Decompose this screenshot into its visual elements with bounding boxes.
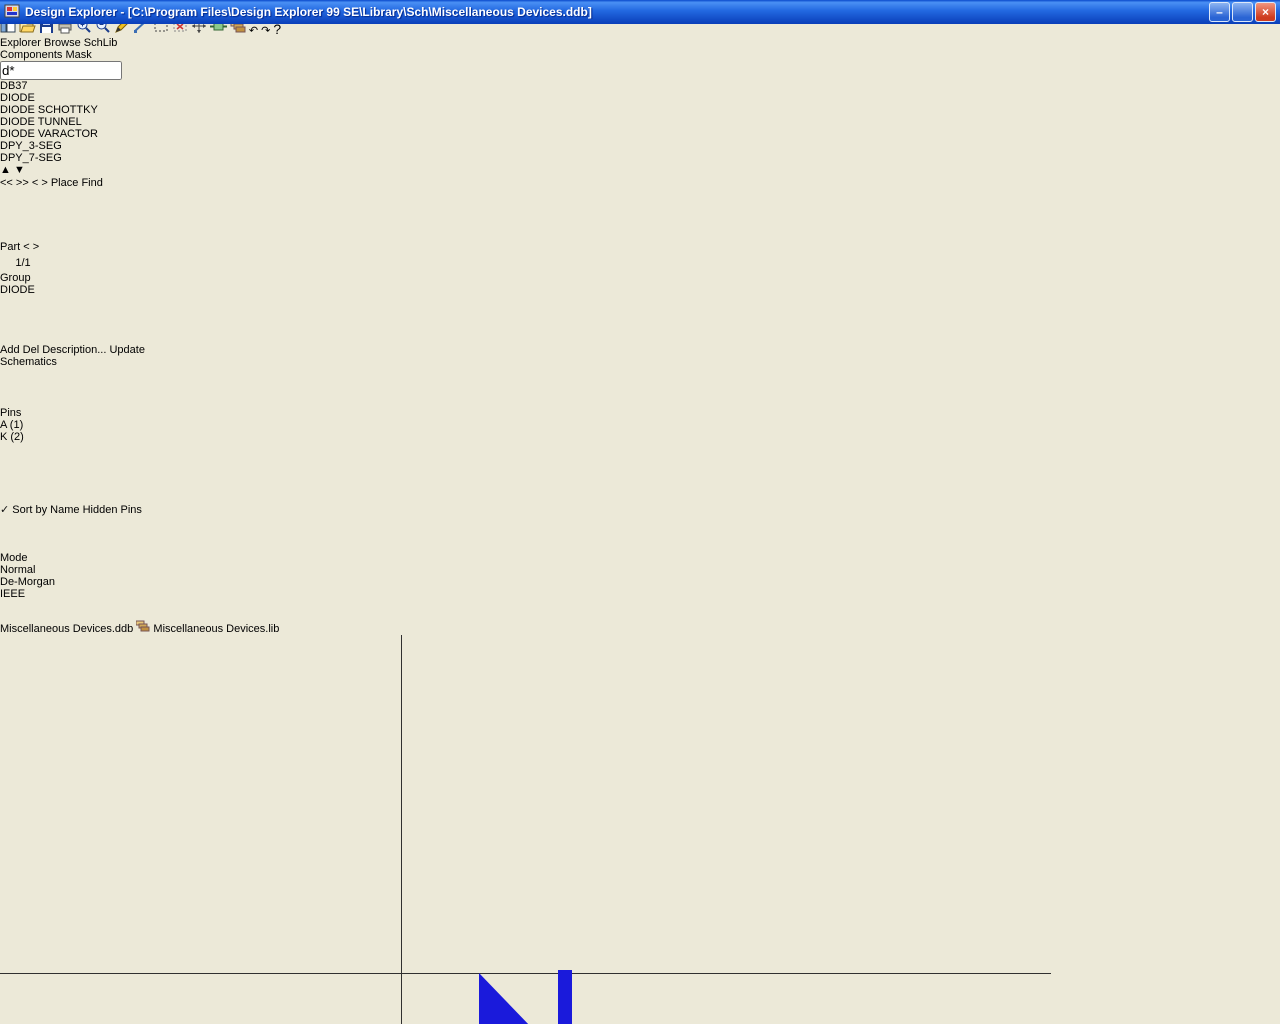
components-title: Components (0, 49, 63, 61)
last-component-button[interactable]: >> (16, 177, 29, 189)
mode-normal-label: Normal (0, 564, 36, 576)
canvas-frame: ▲ ▼ ◄ ► (0, 635, 1280, 1024)
diode-cathode-bar (558, 970, 572, 1024)
doc-tab-label: Miscellaneous Devices.ddb (0, 623, 134, 635)
pin-item-selected[interactable]: A (1) (0, 419, 164, 431)
titlebar: Design Explorer - [C:\Program Files\Desi… (0, 0, 1280, 24)
schematic-canvas[interactable] (0, 635, 1280, 1024)
add-button[interactable]: Add (0, 344, 20, 356)
place-button[interactable]: Place (51, 177, 79, 189)
component-item[interactable]: DB37 (0, 80, 164, 92)
group-groupbox: Group DIODE Add Del Description... Updat… (0, 272, 180, 407)
schematic-drawing (0, 635, 1051, 1024)
tab-miscellaneous-devices-ddb[interactable]: Miscellaneous Devices.ddb (0, 623, 136, 635)
close-button[interactable]: × (1255, 2, 1276, 22)
selection-icon[interactable] (153, 20, 169, 37)
tab-miscellaneous-devices-lib[interactable]: Miscellaneous Devices.lib (135, 620, 280, 635)
parts-library-icon[interactable] (230, 20, 246, 37)
checkbox-checked-icon: ✓ (0, 504, 10, 516)
document-tabs: Miscellaneous Devices.ddb Miscellaneous … (0, 620, 1280, 635)
hidden-pins-label: Hidden Pins (82, 504, 142, 516)
hidden-pins-checkbox[interactable]: Hidden Pins (83, 504, 142, 516)
scroll-up-icon[interactable]: ▲ (0, 164, 11, 176)
sort-by-name-label: Sort by Name (12, 504, 80, 516)
group-list: DIODE (0, 284, 164, 344)
mask-label: Mask (65, 49, 92, 61)
components-list-scrollbar[interactable]: ▲ ▼ (0, 164, 164, 176)
component-item[interactable]: DPY_3-SEG (0, 140, 164, 152)
diode-symbol[interactable] (239, 970, 802, 1024)
zoom-in-icon[interactable] (76, 19, 92, 37)
mode-groupbox: Mode Normal De-Morgan IEEE (0, 552, 180, 620)
zoom-out-icon[interactable] (95, 19, 111, 37)
window-title: Design Explorer - [C:\Program Files\Desi… (25, 5, 592, 19)
prev-component-button[interactable]: < (32, 177, 38, 189)
scroll-down-icon[interactable]: ▼ (14, 164, 25, 176)
cross-probe-icon[interactable] (209, 22, 227, 37)
open-icon[interactable] (19, 21, 36, 37)
component-item[interactable]: DPY_7-SEG (0, 152, 164, 164)
design-manager-icon[interactable] (0, 19, 16, 37)
del-button[interactable]: Del (23, 344, 40, 356)
tab-explorer[interactable]: Explorer (0, 37, 41, 49)
part-indicator: 1/1 (15, 256, 31, 269)
components-groupbox: Components Mask DB37 DIODE DIODE SCHOTTK… (0, 49, 180, 241)
move-icon[interactable] (191, 19, 207, 37)
doc-tab-label: Miscellaneous Devices.lib (153, 623, 280, 635)
help-icon[interactable]: ? (273, 21, 281, 37)
part-label: Part (0, 241, 21, 253)
component-item[interactable]: DIODE VARACTOR (0, 128, 164, 140)
tab-browse-schlib[interactable]: Browse SchLib (44, 37, 117, 49)
save-icon[interactable] (39, 20, 54, 37)
pins-list: A (1) K (2) (0, 419, 164, 503)
pencil-icon[interactable] (114, 19, 130, 37)
part-prev-button[interactable]: < (23, 241, 29, 253)
design-explorer-window: Design Explorer - [C:\Program Files\Desi… (0, 0, 1280, 1024)
browse-panel-body: Components Mask DB37 DIODE DIODE SCHOTTK… (0, 49, 1280, 620)
component-item-selected[interactable]: DIODE (0, 92, 164, 104)
group-item-selected[interactable]: DIODE (0, 284, 164, 296)
browse-panel: Explorer Browse SchLib Components Mask D… (0, 37, 1280, 620)
components-list: DB37 DIODE DIODE SCHOTTKY DIODE TUNNEL D… (0, 80, 164, 177)
description-button[interactable]: Description... (42, 344, 106, 356)
app-icon (4, 3, 20, 22)
print-icon[interactable] (57, 19, 73, 37)
sort-by-name-checkbox[interactable]: ✓ Sort by Name (0, 504, 83, 516)
mode-ieee-label: IEEE (0, 588, 26, 600)
pins-groupbox: Pins A (1) K (2) ✓ Sort by Name Hidden P… (0, 407, 180, 552)
group-title: Group (0, 272, 31, 284)
deselect-icon[interactable] (172, 20, 188, 37)
component-item[interactable]: DIODE SCHOTTKY (0, 104, 164, 116)
redo-icon[interactable]: ↷ (261, 25, 270, 37)
component-item[interactable]: DIODE TUNNEL (0, 116, 164, 128)
diode-triangle (479, 973, 529, 1024)
pins-title: Pins (0, 407, 22, 419)
find-button[interactable]: Find (81, 177, 102, 189)
mask-input[interactable] (0, 61, 122, 80)
pin-item[interactable]: K (2) (0, 431, 164, 443)
line-tool-icon[interactable] (133, 20, 149, 37)
part-next-button[interactable]: > (33, 241, 39, 253)
first-component-button[interactable]: << (0, 177, 13, 189)
library-doc-icon (135, 620, 150, 635)
minimize-button[interactable]: – (1209, 2, 1230, 22)
next-component-button[interactable]: > (41, 177, 47, 189)
mode-demorgan-label: De-Morgan (0, 576, 56, 588)
undo-icon[interactable]: ↶ (249, 25, 258, 37)
restore-button[interactable] (1232, 2, 1253, 22)
mode-title: Mode (0, 552, 28, 564)
